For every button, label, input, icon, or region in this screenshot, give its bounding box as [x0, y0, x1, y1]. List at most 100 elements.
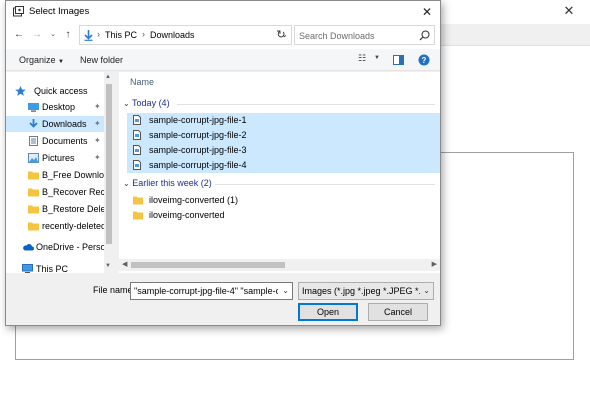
file-name-dropdown-chevron-icon[interactable]: ⌄: [282, 286, 289, 295]
breadcrumb-downloads[interactable]: Downloads: [150, 30, 195, 40]
nav-item-label: B_Restore Delete: [42, 204, 114, 214]
file-name-label: File name:: [93, 285, 136, 295]
file-name: iloveimg-converted: [149, 210, 225, 220]
nav-item-recently-deleted[interactable]: recently-deleted-: [6, 218, 109, 234]
nav-item-b-recover-recent[interactable]: B_Recover Recen: [6, 184, 114, 200]
back-arrow-icon[interactable]: ←: [12, 28, 26, 42]
image-file-icon: [133, 160, 141, 170]
cloud-icon: [23, 244, 34, 251]
pictures-icon: [28, 153, 39, 163]
group-header-today[interactable]: ⌄ Today (4): [123, 98, 170, 108]
svg-text:?: ?: [422, 56, 427, 65]
file-row[interactable]: sample-corrupt-jpg-file-2: [127, 128, 440, 143]
file-name: iloveimg-converted (1): [149, 195, 239, 205]
image-file-icon: [133, 115, 141, 125]
navigation-scroll-thumb[interactable]: [106, 84, 112, 244]
group-header-label: Earlier this week (2): [132, 178, 212, 188]
address-bar[interactable]: › This PC › Downloads ⌄: [79, 25, 292, 45]
search-icon[interactable]: [419, 30, 430, 41]
navigation-pane-scrollbar[interactable]: ▲ ▼: [104, 72, 114, 273]
file-row[interactable]: sample-corrupt-jpg-file-4: [127, 158, 440, 173]
pin-icon: ✦: [94, 119, 101, 128]
download-icon: [29, 119, 38, 128]
column-header-name[interactable]: Name: [130, 77, 154, 87]
image-file-icon: [133, 145, 141, 155]
nav-item-onedrive[interactable]: OneDrive - Person: [6, 239, 111, 255]
pin-icon: ✦: [94, 153, 101, 162]
file-row[interactable]: sample-corrupt-jpg-file-1: [127, 113, 440, 128]
help-icon[interactable]: ?: [418, 54, 430, 66]
file-row[interactable]: iloveimg-converted: [127, 208, 440, 223]
breadcrumb-this-pc[interactable]: This PC: [105, 30, 137, 40]
nav-item-label: Quick access: [34, 86, 88, 96]
dialog-footer: File name: "sample-corrupt-jpg-file-4" "…: [6, 273, 440, 325]
file-name-value: "sample-corrupt-jpg-file-4" "sample-co: [134, 286, 278, 296]
file-name: sample-corrupt-jpg-file-1: [149, 115, 247, 125]
file-row[interactable]: sample-corrupt-jpg-file-3: [127, 143, 440, 158]
organize-dropdown-icon: ▼: [58, 59, 64, 65]
nav-item-b-restore-deleted[interactable]: B_Restore Delete: [6, 201, 113, 217]
documents-icon: [29, 136, 38, 146]
breadcrumb-separator-icon: ›: [97, 29, 100, 39]
open-button[interactable]: Open: [298, 303, 358, 321]
file-type-dropdown-chevron-icon[interactable]: ⌄: [423, 286, 430, 295]
file-row[interactable]: iloveimg-converted (1): [127, 193, 440, 208]
folder-icon: [28, 222, 39, 231]
download-arrow-icon: [84, 30, 93, 41]
nav-item-pictures[interactable]: Pictures ✦: [6, 150, 104, 166]
recent-locations-chevron-icon[interactable]: ⌄: [46, 28, 60, 42]
folder-icon: [28, 205, 39, 214]
nav-item-this-pc[interactable]: This PC: [6, 261, 104, 273]
organize-label: Organize: [19, 55, 56, 65]
nav-item-label: Downloads: [42, 119, 87, 129]
nav-item-label: Pictures: [42, 153, 75, 163]
nav-item-desktop[interactable]: Desktop ✦: [6, 99, 104, 115]
scroll-right-icon[interactable]: ▶: [432, 260, 437, 268]
star-icon: [15, 86, 26, 96]
folder-icon: [28, 171, 39, 180]
nav-item-downloads[interactable]: Downloads ✦: [6, 116, 104, 132]
dialog-titlebar: Select Images ✕: [6, 1, 440, 23]
folder-icon: [28, 188, 39, 197]
file-name-field[interactable]: "sample-corrupt-jpg-file-4" "sample-co ⌄: [130, 282, 293, 300]
navigation-pane: Quick access Desktop ✦ Downloads ✦ Docum…: [6, 72, 114, 273]
scroll-down-icon[interactable]: ▼: [105, 263, 111, 269]
nav-item-quick-access[interactable]: Quick access: [6, 83, 104, 99]
pin-icon: ✦: [94, 102, 101, 111]
file-name: sample-corrupt-jpg-file-3: [149, 145, 247, 155]
file-type-select[interactable]: Images (*.jpg *.jpeg *.JPEG *.JPG ⌄: [298, 282, 434, 300]
scroll-left-icon[interactable]: ◀: [122, 260, 127, 268]
refresh-icon[interactable]: ↻: [270, 25, 292, 45]
computer-icon: [22, 264, 33, 273]
group-header-earlier-this-week[interactable]: ⌄ Earlier this week (2): [123, 178, 212, 188]
up-arrow-icon[interactable]: ↑: [61, 28, 75, 42]
search-input[interactable]: [299, 29, 409, 42]
file-name: sample-corrupt-jpg-file-4: [149, 160, 247, 170]
forward-arrow-icon[interactable]: →: [30, 28, 44, 42]
pin-icon: ✦: [94, 136, 101, 145]
dialog-title: Select Images: [29, 6, 90, 17]
background-toolbar: [440, 24, 590, 46]
view-dropdown-icon[interactable]: ▼: [374, 55, 380, 69]
breadcrumb-separator-icon: ›: [142, 29, 145, 39]
select-images-dialog: Select Images ✕ ← → ⌄ ↑ › This PC › Down…: [5, 0, 441, 326]
desktop-icon: [28, 103, 39, 112]
horizontal-scroll-thumb[interactable]: [131, 262, 285, 268]
nav-item-label: Documents: [42, 136, 88, 146]
preview-pane-icon[interactable]: [393, 55, 404, 65]
navigation-bar: ← → ⌄ ↑ › This PC › Downloads ⌄ ↻: [6, 23, 440, 49]
close-icon[interactable]: ✕: [418, 3, 436, 21]
file-list: Name ⌄ Today (4) sample-corrupt-jpg-file…: [119, 72, 440, 273]
nav-item-b-free-download[interactable]: B_Free Download: [6, 167, 114, 183]
scroll-up-icon[interactable]: ▲: [105, 74, 111, 80]
nav-item-documents[interactable]: Documents ✦: [6, 133, 104, 149]
search-box[interactable]: [294, 25, 435, 45]
view-options-icon[interactable]: ☷: [358, 53, 366, 67]
file-type-value: Images (*.jpg *.jpeg *.JPEG *.JPG: [302, 286, 420, 296]
background-close-icon[interactable]: ✕: [554, 2, 584, 20]
file-list-horizontal-scrollbar[interactable]: ◀ ▶: [119, 259, 440, 271]
cancel-button[interactable]: Cancel: [368, 303, 428, 321]
folder-icon: [133, 211, 143, 220]
organize-button[interactable]: Organize ▼: [19, 55, 64, 65]
new-folder-button[interactable]: New folder: [80, 55, 123, 65]
